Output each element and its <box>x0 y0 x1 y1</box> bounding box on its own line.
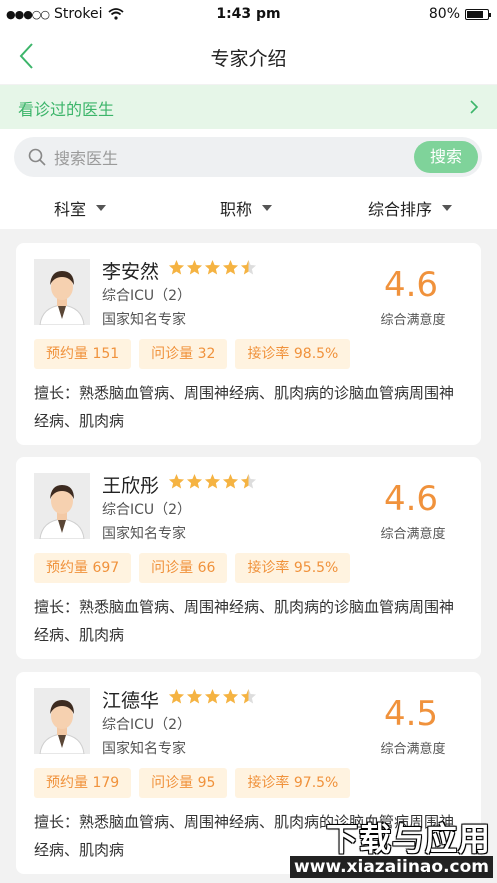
doctor-avatar <box>34 259 90 326</box>
stat-tag: 问诊量 95 <box>139 768 228 798</box>
status-right: 80% <box>428 6 491 22</box>
dropdown-arrow-icon <box>96 205 107 211</box>
stats-tags: 预约量 179 问诊量 95 接诊率 97.5% <box>34 768 351 798</box>
satisfaction-label: 综合满意度 <box>380 527 446 542</box>
status-time: 1:43 pm <box>216 6 281 22</box>
star-icon <box>222 259 239 275</box>
star-icon <box>168 473 185 489</box>
satisfaction-score: 4.5 <box>383 694 439 734</box>
stat-tag: 问诊量 66 <box>139 553 228 583</box>
doctor-title: 国家知名专家 <box>102 312 186 328</box>
search-area: 搜索 <box>0 129 497 185</box>
stat-tag: 接诊率 97.5% <box>235 768 351 798</box>
star-icon <box>240 259 257 275</box>
search-button[interactable]: 搜索 <box>414 141 478 173</box>
satisfaction-label: 综合满意度 <box>380 313 446 328</box>
search-input[interactable] <box>52 145 376 171</box>
doctor-avatar <box>34 688 90 755</box>
stats-tags: 预约量 151 问诊量 32 接诊率 98.5% <box>34 339 351 369</box>
doctor-title: 国家知名专家 <box>102 526 186 542</box>
star-icon <box>186 259 203 275</box>
watermark: 下载与应用 www.xiazaiinao.com <box>290 812 497 883</box>
star-icon <box>204 688 221 704</box>
battery-percent: 80% <box>428 6 460 22</box>
doctor-expertise: 擅长：熟悉脑血管病、周围神经病、肌肉病的诊脑血管病周围神经病、肌肉病 <box>34 384 455 430</box>
doctor-card[interactable]: 李安然综合ICU（2） 国家知名专家 4.6 综合满意度预约量 151 问诊量 32 接诊… <box>16 243 481 445</box>
star-icon <box>186 473 203 489</box>
status-bar: ●●●○○ Strokei 1:43 pm 80% <box>0 0 497 28</box>
stat-tag: 接诊率 98.5% <box>235 339 351 369</box>
doctor-department: 综合ICU（2） <box>102 717 192 733</box>
visited-doctors-row[interactable]: 看诊过的医生 <box>0 85 497 129</box>
star-icon <box>204 473 221 489</box>
doctor-title: 国家知名专家 <box>102 741 186 757</box>
doctor-name: 江德华 <box>102 690 160 712</box>
stat-tag: 预约量 697 <box>34 553 132 583</box>
star-icon <box>222 473 239 489</box>
watermark-url: www.xiazaiinao.com <box>290 856 493 878</box>
dropdown-arrow-icon <box>262 205 273 211</box>
visited-doctors-label: 看诊过的医生 <box>18 100 115 119</box>
stat-tag: 问诊量 32 <box>139 339 228 369</box>
satisfaction-score: 4.6 <box>383 479 439 519</box>
star-icon <box>186 688 203 704</box>
filter-bar: 科室 职称 综合排序 <box>0 185 497 229</box>
star-icon <box>222 688 239 704</box>
search-icon <box>28 148 46 166</box>
satisfaction-score: 4.6 <box>383 265 439 305</box>
dropdown-arrow-icon <box>442 205 453 211</box>
filter-title[interactable]: 职称 <box>220 196 273 220</box>
doctor-name: 李安然 <box>102 261 160 283</box>
star-icon <box>204 259 221 275</box>
chevron-right-icon <box>470 100 479 114</box>
doctor-card[interactable]: 王欣彤综合ICU（2） 国家知名专家 4.6 综合满意度预约量 697 问诊量 66 接诊… <box>16 457 481 659</box>
nav-bar: 专家介绍 <box>0 28 497 84</box>
star-icon <box>168 259 185 275</box>
filter-department-label: 科室 <box>54 200 87 219</box>
stat-tag: 预约量 151 <box>34 339 132 369</box>
battery-icon <box>465 8 491 20</box>
rating-stars <box>168 473 257 490</box>
star-icon <box>240 473 257 489</box>
filter-department[interactable]: 科室 <box>54 196 107 220</box>
rating-stars <box>168 688 257 705</box>
doctor-department: 综合ICU（2） <box>102 502 192 518</box>
stats-tags: 预约量 697 问诊量 66 接诊率 95.5% <box>34 553 351 583</box>
search-box: 搜索 <box>14 137 482 177</box>
satisfaction-label: 综合满意度 <box>380 742 446 757</box>
doctor-avatar <box>34 473 90 540</box>
doctor-expertise: 擅长：熟悉脑血管病、周围神经病、肌肉病的诊脑血管病周围神经病、肌肉病 <box>34 598 455 644</box>
filter-sort[interactable]: 综合排序 <box>368 196 453 220</box>
doctor-name: 王欣彤 <box>102 475 160 497</box>
star-icon <box>168 688 185 704</box>
stat-tag: 预约量 179 <box>34 768 132 798</box>
rating-stars <box>168 259 257 276</box>
page-title: 专家介绍 <box>210 48 287 70</box>
stat-tag: 接诊率 95.5% <box>235 553 351 583</box>
doctor-department: 综合ICU（2） <box>102 288 192 304</box>
star-icon <box>240 688 257 704</box>
filter-title-label: 职称 <box>220 200 253 219</box>
filter-sort-label: 综合排序 <box>368 200 433 219</box>
watermark-title: 下载与应用 <box>325 820 491 858</box>
